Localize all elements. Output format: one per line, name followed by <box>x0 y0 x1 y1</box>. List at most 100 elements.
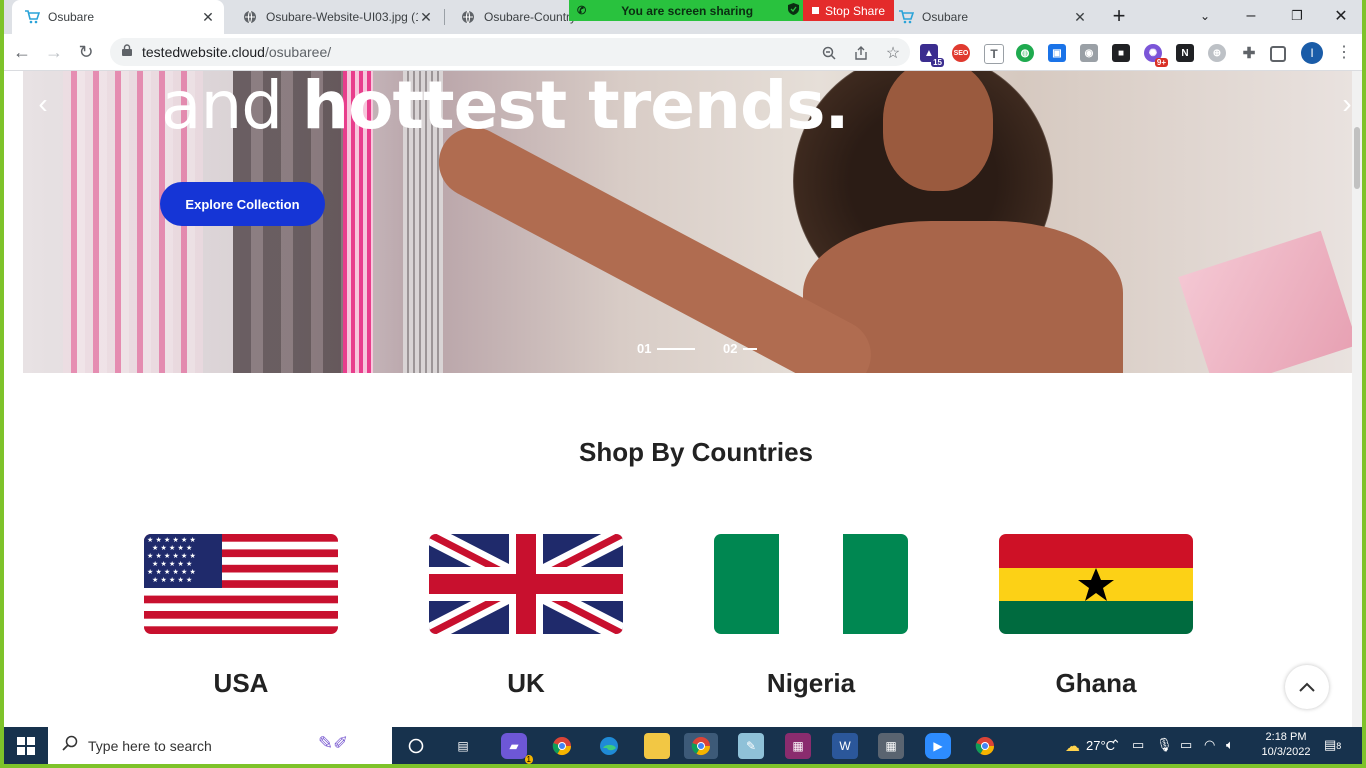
lock-icon <box>122 43 132 61</box>
hero-title: and hottest trends. <box>161 71 850 144</box>
zoom-app-icon[interactable]: ▶ <box>925 733 951 759</box>
volume-icon[interactable]: 🔈︎ <box>1226 737 1234 753</box>
country-name: UK <box>507 668 545 698</box>
hero-slider: and hottest trends. Explore Collection ‹… <box>23 71 1352 373</box>
zoom-icon[interactable] <box>820 44 838 62</box>
notifications-icon[interactable]: ▤8 <box>1324 737 1341 753</box>
web-extension-icon[interactable]: ⊕ <box>1208 44 1226 62</box>
explore-collection-button[interactable]: Explore Collection <box>160 182 325 226</box>
tab-search-chevron-icon[interactable]: ⌄ <box>1182 0 1228 32</box>
page-scrollbar[interactable] <box>1352 71 1362 727</box>
text-extension-icon[interactable]: T <box>984 44 1004 64</box>
chrome-active-icon[interactable] <box>684 733 718 759</box>
camera-icon[interactable]: ◉ <box>1080 44 1098 62</box>
wifi-icon[interactable]: ◠ <box>1204 737 1215 753</box>
profile-avatar[interactable]: I <box>1301 42 1323 64</box>
screen-share-banner: ✆ You are screen sharing <box>569 0 807 21</box>
tab-osubare-active[interactable]: Osubare ✕ <box>12 0 224 34</box>
color-extension-icon[interactable]: ✺ 9+ <box>1144 44 1168 67</box>
stop-icon <box>811 7 819 14</box>
tab-website-ui03[interactable]: Osubare-Website-UI03.jpg (1 ✕ <box>230 0 442 34</box>
svg-text:★ ★ ★ ★ ★: ★ ★ ★ ★ ★ <box>152 576 192 584</box>
winrar-icon[interactable]: ▦ <box>785 733 811 759</box>
country-card-ghana[interactable]: Ghana <box>999 534 1193 698</box>
globe-extension-icon[interactable]: ◍ <box>1016 44 1034 62</box>
notion-extension-icon[interactable]: N <box>1176 44 1194 62</box>
tab-strip: Osubare ✕ Osubare-Website-UI03.jpg (1 ✕ … <box>4 0 1362 34</box>
country-name: USA <box>213 668 269 698</box>
edge-icon[interactable] <box>596 733 622 759</box>
calculator-icon[interactable]: ▦ <box>878 733 904 759</box>
start-button[interactable] <box>4 727 48 764</box>
tab-title: Osubare <box>922 10 969 24</box>
share-text: You are screen sharing <box>621 3 754 18</box>
task-view-icon[interactable]: ▤ <box>450 733 476 759</box>
url-path: /osubaree/ <box>264 44 332 60</box>
tab-osubare-2[interactable]: Osubare ✕ <box>886 0 1096 34</box>
chrome-icon[interactable] <box>549 733 575 759</box>
hero-title-bold: hottest trends. <box>302 71 849 144</box>
close-window-button[interactable]: ✕ <box>1318 0 1362 32</box>
word-icon[interactable]: W <box>832 733 858 759</box>
browser-toolbar: ← → ↻ testedwebsite.cloud/osubaree/ ☆ ▲ 1… <box>4 34 1362 71</box>
back-button[interactable]: ← <box>6 36 38 68</box>
taskbar-clock[interactable]: 2:18 PM 10/3/2022 <box>1256 730 1316 760</box>
chrome-profile-icon[interactable] <box>972 733 998 759</box>
windows-logo-icon <box>17 736 35 755</box>
seo-extension-icon[interactable]: SEO <box>952 44 970 62</box>
shopping-bag-shape <box>1178 230 1352 373</box>
scrollbar-thumb[interactable] <box>1354 127 1360 189</box>
cortana-icon[interactable] <box>403 733 429 759</box>
extensions-puzzle-icon[interactable]: ✚ <box>1240 44 1258 62</box>
microphone-icon[interactable]: 🎙︎ <box>1156 737 1173 753</box>
country-card-uk[interactable]: UK <box>429 534 623 698</box>
address-bar[interactable]: testedwebsite.cloud/osubaree/ ☆ <box>110 38 910 66</box>
close-icon[interactable]: ✕ <box>1072 9 1088 25</box>
svg-text:★ ★ ★ ★ ★ ★: ★ ★ ★ ★ ★ ★ <box>147 568 196 576</box>
web-page: and hottest trends. Explore Collection ‹… <box>4 71 1352 727</box>
bookmark-star-icon[interactable]: ☆ <box>884 44 902 62</box>
ghana-flag-icon <box>999 534 1193 634</box>
prev-slide-chevron-icon[interactable]: ‹ <box>31 88 55 119</box>
slide-indicator-01[interactable]: 01 <box>637 341 696 356</box>
minimize-button[interactable]: – <box>1228 0 1274 32</box>
url-host: testedwebsite.cloud <box>142 44 265 60</box>
extension-graduation-icon[interactable]: ▲ 15 <box>920 44 944 67</box>
screenshot-extension-icon[interactable]: ▣ <box>1048 44 1066 62</box>
side-panel-icon[interactable] <box>1270 46 1286 62</box>
country-card-usa[interactable]: ★ ★ ★ ★ ★ ★ ★ ★ ★ ★ ★ ★ ★ ★ ★ ★ ★ ★ ★ ★ ★ ★… <box>144 534 338 698</box>
teams-chat-icon[interactable]: ▰ 1 <box>501 733 533 764</box>
new-tab-button[interactable]: + <box>1096 0 1142 32</box>
meet-now-icon[interactable]: ▭ <box>1132 737 1144 753</box>
forward-button[interactable]: → <box>38 36 70 68</box>
battery-icon[interactable]: ▭ <box>1180 737 1192 753</box>
share-icon[interactable] <box>852 44 870 62</box>
next-slide-chevron-icon[interactable]: › <box>1335 88 1352 119</box>
close-icon[interactable]: ✕ <box>418 9 434 25</box>
close-icon[interactable]: ✕ <box>200 9 216 25</box>
clock-date: 10/3/2022 <box>1261 746 1311 758</box>
slide-number: 01 <box>637 341 652 356</box>
menu-kebab-icon[interactable]: ⋮ <box>1328 36 1360 68</box>
globe-icon <box>242 9 258 25</box>
shield-icon <box>788 3 799 18</box>
tab-title: Osubare <box>48 10 95 24</box>
back-to-top-button[interactable] <box>1285 665 1329 709</box>
face-shape <box>883 71 993 191</box>
country-card-nigeria[interactable]: Nigeria <box>714 534 908 698</box>
square-extension-icon[interactable]: ■ <box>1112 44 1130 62</box>
notes-app-icon[interactable]: ✎ <box>738 733 764 759</box>
file-explorer-icon[interactable] <box>644 733 670 759</box>
slide-indicator-02[interactable]: 02 <box>723 341 758 356</box>
country-name: Nigeria <box>766 668 856 698</box>
chevron-up-icon[interactable]: ⌃ <box>1110 737 1121 753</box>
taskbar-search-box[interactable]: Type here to search ✎✐ <box>48 727 392 764</box>
usa-flag-icon: ★ ★ ★ ★ ★ ★ ★ ★ ★ ★ ★ ★ ★ ★ ★ ★ ★ ★ ★ ★ ★ ★… <box>144 534 338 634</box>
teams-badge: 1 <box>524 755 533 764</box>
svg-text:★ ★ ★ ★ ★ ★: ★ ★ ★ ★ ★ ★ <box>147 536 196 544</box>
stop-share-button[interactable]: Stop Share <box>803 0 894 21</box>
restore-button[interactable]: ❐ <box>1274 0 1320 32</box>
weather-widget[interactable]: ☁ 27°C <box>1065 727 1115 764</box>
reload-button[interactable]: ↻ <box>70 36 102 68</box>
browser-window: Osubare ✕ Osubare-Website-UI03.jpg (1 ✕ … <box>4 0 1362 764</box>
